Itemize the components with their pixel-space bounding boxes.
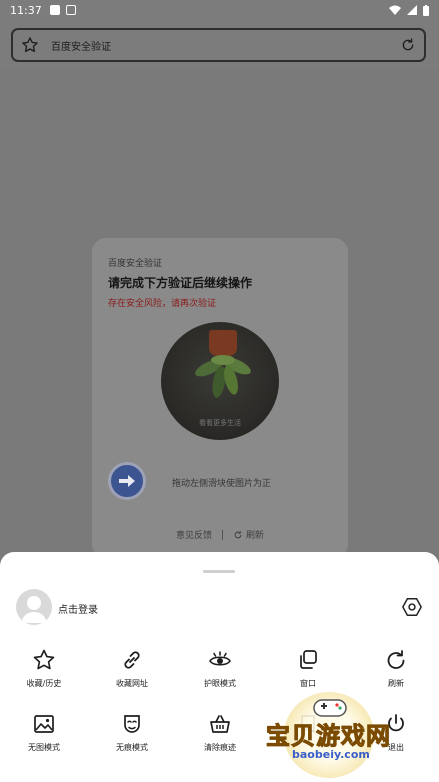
mask-icon [124,715,140,733]
battery-icon [423,4,429,16]
verification-card: 百度安全验证 请完成下方验证后继续操作 存在安全风险，请再次验证 看看更多生活 … [92,238,348,558]
refresh-icon [234,530,242,538]
image-caption: 看看更多生活 [199,419,241,427]
rotate-captcha-image: 看看更多生活 [161,322,279,440]
footer-divider [222,529,223,540]
wifi-icon [389,5,401,15]
star-icon [33,649,55,670]
eye-icon [209,651,231,666]
drag-handle[interactable] [203,570,235,573]
login-link[interactable]: 点击登录 [58,601,98,616]
plant-leaves [195,355,251,398]
menu-item-label: 收藏网址 [116,679,148,688]
avatar[interactable] [16,589,52,625]
risk-warning: 存在安全风险，请再次验证 [108,299,217,309]
menu-item-refresh[interactable]: 刷新 [352,648,439,689]
signal-icon [407,5,417,15]
top-bar: 百度安全验证 [0,20,439,70]
slider-handle[interactable] [108,462,146,500]
page-title[interactable]: 百度安全验证 [51,38,111,53]
refresh-icon [387,650,405,669]
basket-icon [210,715,230,733]
menu-item-label: 收藏/历史 [26,679,62,688]
status-time: 11:37 [10,3,42,17]
gamepad-icon [313,699,347,717]
card-heading: 请完成下方验证后继续操作 [108,276,253,290]
menu-item-windows[interactable]: 窗口 [264,648,352,689]
star-icon[interactable] [21,36,39,54]
status-icons [389,4,429,16]
site-watermark: 宝贝游戏网 baobeiy.com [262,686,434,778]
app-notification-icon [65,5,76,15]
menu-item-label: 清除痕迹 [204,743,236,752]
link-icon [124,651,140,669]
feedback-link[interactable]: 意见反馈 [176,528,212,541]
card-footer: 意见反馈 刷新 [92,528,348,541]
arrow-right-icon [119,475,135,487]
image-icon [34,715,54,733]
menu-item-no-image[interactable]: 无图模式 [0,712,88,753]
menu-item-eye-care[interactable]: 护眼模式 [176,648,264,689]
status-bar: 11:37 [0,0,439,20]
menu-item-label: 无图模式 [28,743,60,752]
refresh-link[interactable]: 刷新 [233,528,264,541]
menu-item-bookmark-url[interactable]: 收藏网址 [88,648,176,689]
menu-item-label: 护眼模式 [204,679,236,688]
settings-hex-icon[interactable] [401,596,423,618]
refresh-icon[interactable] [400,37,416,53]
refresh-label: 刷新 [246,531,265,541]
slider-hint: 拖动左侧滑块使图片为正 [172,479,272,489]
windows-icon [300,650,317,669]
user-icon [21,596,47,623]
address-bar[interactable]: 百度安全验证 [11,28,426,62]
menu-item-clear-traces[interactable]: 清除痕迹 [176,712,264,753]
watermark-url: baobeiy.com [292,748,370,761]
notification-icon [49,5,60,15]
menu-item-label: 无痕模式 [116,743,148,752]
card-subtitle: 百度安全验证 [108,259,163,269]
watermark-text: 宝贝游戏网 [266,722,391,751]
menu-item-favorites-history[interactable]: 收藏/历史 [0,648,88,689]
menu-item-incognito[interactable]: 无痕模式 [88,712,176,753]
